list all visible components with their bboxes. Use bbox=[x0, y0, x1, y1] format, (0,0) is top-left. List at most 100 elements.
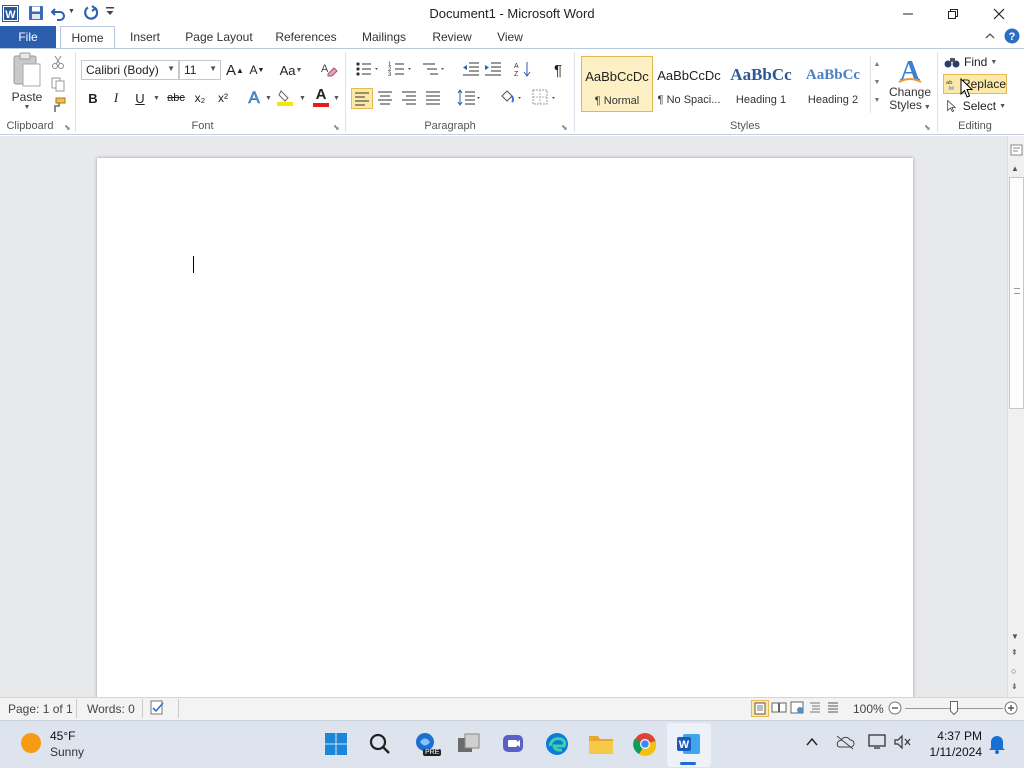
tab-insert[interactable]: Insert bbox=[122, 26, 168, 48]
strikethrough-button[interactable]: abc bbox=[165, 88, 187, 108]
restore-button[interactable] bbox=[930, 0, 976, 28]
scroll-up-icon[interactable]: ▲ bbox=[1011, 164, 1019, 173]
zoom-slider-thumb[interactable] bbox=[950, 701, 958, 716]
numbering-icon[interactable]: 123 bbox=[388, 60, 416, 80]
undo-dropdown-icon[interactable]: ▼ bbox=[68, 8, 75, 15]
redo-icon[interactable] bbox=[80, 3, 100, 23]
shading-icon[interactable] bbox=[497, 88, 525, 109]
document-page[interactable] bbox=[97, 158, 913, 718]
ruler-toggle-icon[interactable] bbox=[1010, 143, 1023, 157]
zoom-out-button[interactable] bbox=[888, 701, 904, 717]
edge-browser-icon[interactable] bbox=[539, 726, 575, 762]
decrease-indent-icon[interactable] bbox=[462, 60, 482, 80]
vertical-scrollbar[interactable]: ▲ ▼ ⇞ ○ ⇟ bbox=[1007, 136, 1024, 697]
text-effects-dropdown-icon[interactable]: ▼ bbox=[265, 95, 272, 102]
paste-dropdown-icon[interactable]: ▼ bbox=[6, 104, 48, 112]
full-screen-reading-view-icon[interactable] bbox=[771, 700, 789, 717]
grow-font-button[interactable]: A ▲ bbox=[225, 60, 245, 80]
paste-button[interactable]: Paste ▼ bbox=[6, 52, 48, 118]
word-app-icon[interactable]: W bbox=[0, 3, 20, 23]
font-color-dropdown-icon[interactable]: ▼ bbox=[333, 95, 340, 102]
styles-scroll-up-icon[interactable]: ▲ bbox=[871, 56, 883, 74]
highlight-color-icon[interactable] bbox=[275, 88, 297, 108]
clipboard-launcher-icon[interactable]: ⬊ bbox=[64, 123, 73, 132]
text-effects-button[interactable]: A bbox=[244, 88, 264, 108]
styles-launcher-icon[interactable]: ⬊ bbox=[924, 123, 933, 132]
scroll-thumb[interactable] bbox=[1009, 177, 1024, 409]
clock-date[interactable]: 1/11/2024 bbox=[920, 745, 983, 759]
close-button[interactable] bbox=[976, 0, 1022, 28]
find-button[interactable]: Find ▼ bbox=[944, 53, 1006, 71]
teams-chat-icon[interactable] bbox=[495, 726, 531, 762]
align-right-icon[interactable] bbox=[399, 88, 421, 109]
bold-button[interactable]: B bbox=[84, 88, 102, 108]
justify-icon[interactable] bbox=[423, 88, 445, 109]
volume-icon[interactable] bbox=[893, 734, 913, 752]
increase-indent-icon[interactable] bbox=[484, 60, 504, 80]
weather-temp[interactable]: 45°F bbox=[50, 729, 75, 743]
style-heading-1[interactable]: AaBbCc Heading 1 bbox=[725, 56, 797, 112]
borders-icon[interactable] bbox=[531, 88, 559, 109]
scroll-down-icon[interactable]: ▼ bbox=[1011, 632, 1019, 641]
tab-mailings[interactable]: Mailings bbox=[354, 26, 414, 48]
weather-sun-icon[interactable] bbox=[20, 732, 42, 754]
chrome-icon[interactable] bbox=[627, 726, 663, 762]
align-center-icon[interactable] bbox=[375, 88, 397, 109]
print-layout-view-icon[interactable] bbox=[751, 700, 769, 717]
change-case-button[interactable]: Aa ▼ bbox=[278, 60, 304, 80]
select-browse-object-icon[interactable]: ○ bbox=[1011, 666, 1016, 676]
chevron-up-icon[interactable] bbox=[805, 735, 821, 751]
tab-home[interactable]: Home bbox=[60, 26, 115, 49]
style-no-spacing[interactable]: AaBbCcDc ¶ No Spaci... bbox=[653, 56, 725, 112]
font-name-combo[interactable]: Calibri (Body) ▼ bbox=[81, 60, 179, 80]
clear-formatting-icon[interactable]: A bbox=[320, 60, 340, 80]
underline-button[interactable]: U bbox=[130, 88, 150, 108]
show-formatting-button[interactable]: ¶ bbox=[548, 60, 568, 80]
minimize-button[interactable] bbox=[885, 0, 931, 28]
subscript-button[interactable]: x₂ bbox=[190, 88, 210, 108]
font-color-button[interactable]: A bbox=[310, 87, 332, 108]
underline-dropdown-icon[interactable]: ▼ bbox=[153, 95, 160, 102]
file-explorer-icon[interactable] bbox=[583, 726, 619, 762]
tab-review[interactable]: Review bbox=[426, 26, 478, 48]
undo-icon[interactable] bbox=[48, 3, 68, 23]
font-size-combo[interactable]: 11 ▼ bbox=[179, 60, 221, 80]
shrink-font-button[interactable]: A ▼ bbox=[247, 60, 267, 80]
multilevel-list-icon[interactable] bbox=[421, 60, 449, 80]
minimize-ribbon-icon[interactable] bbox=[984, 30, 998, 44]
page-count[interactable]: Page: 1 of 1 bbox=[8, 702, 73, 716]
change-styles-button[interactable]: A Change Styles ▼ bbox=[887, 54, 933, 118]
network-icon[interactable] bbox=[867, 734, 887, 752]
zoom-level[interactable]: 100% bbox=[853, 702, 884, 716]
word-taskbar-icon[interactable]: W bbox=[671, 726, 707, 762]
copilot-preview-icon[interactable]: PRE bbox=[407, 726, 443, 762]
draft-view-icon[interactable] bbox=[825, 700, 843, 717]
next-page-icon[interactable]: ⇟ bbox=[1011, 682, 1018, 691]
proofing-icon[interactable] bbox=[149, 700, 169, 718]
tab-file[interactable]: File bbox=[0, 26, 56, 48]
weather-condition[interactable]: Sunny bbox=[50, 745, 84, 759]
styles-scroll-down-icon[interactable]: ▼ bbox=[871, 74, 883, 92]
outline-view-icon[interactable] bbox=[807, 700, 825, 717]
customize-qat-icon[interactable] bbox=[104, 5, 118, 21]
tab-page-layout[interactable]: Page Layout bbox=[180, 26, 258, 48]
save-icon[interactable] bbox=[26, 3, 46, 23]
bullets-icon[interactable] bbox=[355, 60, 383, 80]
paragraph-launcher-icon[interactable]: ⬊ bbox=[561, 123, 570, 132]
align-left-button[interactable] bbox=[351, 88, 373, 109]
format-painter-icon[interactable] bbox=[50, 97, 68, 113]
zoom-in-button[interactable] bbox=[1004, 701, 1020, 717]
onedrive-icon[interactable] bbox=[835, 734, 855, 752]
web-layout-view-icon[interactable] bbox=[789, 700, 807, 717]
tab-references[interactable]: References bbox=[270, 26, 342, 48]
highlight-dropdown-icon[interactable]: ▼ bbox=[299, 95, 306, 102]
previous-page-icon[interactable]: ⇞ bbox=[1011, 648, 1018, 657]
windows-start-icon[interactable] bbox=[318, 726, 354, 762]
italic-button[interactable]: I bbox=[107, 88, 125, 108]
style-heading-2[interactable]: AaBbCc Heading 2 bbox=[797, 56, 869, 112]
copy-icon[interactable] bbox=[50, 76, 68, 92]
cut-icon[interactable] bbox=[50, 54, 68, 70]
style-normal[interactable]: AaBbCcDc ¶ Normal bbox=[581, 56, 653, 112]
line-spacing-icon[interactable] bbox=[456, 88, 484, 109]
search-icon[interactable] bbox=[362, 726, 398, 762]
